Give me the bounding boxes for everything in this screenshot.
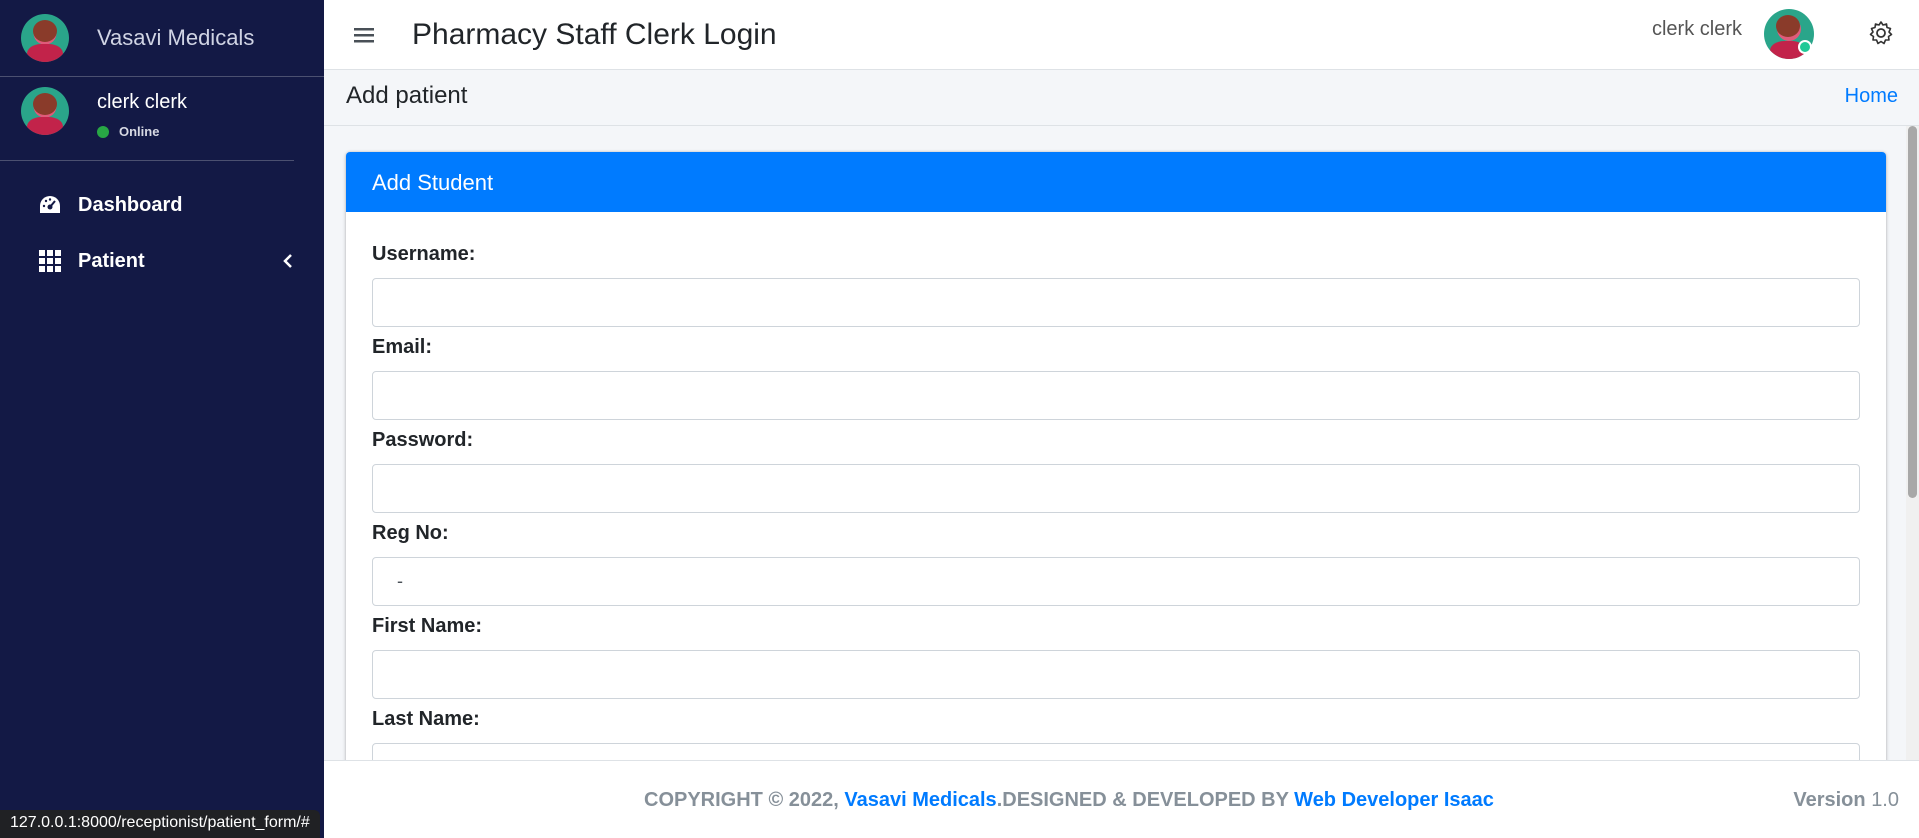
grid-icon — [38, 249, 62, 273]
user-avatar — [21, 87, 69, 135]
sidebar-item-label: Dashboard — [78, 193, 183, 216]
gear-icon[interactable] — [1868, 20, 1894, 46]
version-label: Version — [1793, 789, 1866, 811]
add-student-card: Add Student Username: Email: Password: R… — [346, 152, 1886, 772]
card-title: Add Student — [346, 152, 1886, 212]
brand-link[interactable]: Vasavi Medicals — [0, 0, 324, 77]
sidebar-item-label: Patient — [78, 249, 145, 272]
top-navbar: Pharmacy Staff Clerk Login clerk clerk — [324, 0, 1919, 70]
version-number: 1.0 — [1871, 789, 1899, 811]
password-input[interactable] — [372, 464, 1860, 513]
reg-no-label: Reg No: — [372, 522, 449, 544]
last-name-label: Last Name: — [372, 708, 480, 730]
brand-footer-link[interactable]: Vasavi Medicals — [844, 789, 996, 811]
first-name-label: First Name: — [372, 615, 483, 637]
content-scrollbar[interactable] — [1906, 126, 1919, 760]
patient-form: Username: Email: Password: Reg No: First… — [346, 212, 1886, 772]
sidebar: Vasavi Medicals clerk clerk Online Dashb… — [0, 0, 324, 838]
user-status: Online — [97, 124, 187, 139]
online-indicator-icon — [1798, 40, 1812, 54]
scrollbar-thumb[interactable] — [1908, 126, 1917, 498]
footer: COPYRIGHT © 2022, Vasavi Medicals.DESIGN… — [324, 760, 1919, 838]
password-label: Password: — [372, 429, 474, 451]
app-title: Pharmacy Staff Clerk Login — [412, 17, 777, 51]
hamburger-menu-icon[interactable] — [354, 19, 382, 51]
top-user-name[interactable]: clerk clerk — [1652, 18, 1742, 41]
brand-logo — [21, 14, 69, 62]
user-status-label: Online — [119, 124, 160, 139]
online-dot-icon — [97, 125, 109, 138]
sidebar-item-patient[interactable]: Patient — [0, 233, 324, 289]
sidebar-nav: Dashboard Patient — [0, 177, 324, 289]
breadcrumb-home-link[interactable]: Home — [1845, 85, 1898, 108]
reg-no-input[interactable] — [372, 557, 1860, 606]
chevron-left-icon[interactable] — [282, 249, 294, 275]
brand-name: Vasavi Medicals — [97, 25, 255, 50]
user-panel: clerk clerk Online — [0, 77, 294, 161]
email-input[interactable] — [372, 371, 1860, 420]
content-header: Add patient Home — [324, 70, 1919, 126]
developer-link[interactable]: Web Developer Isaac — [1294, 789, 1494, 811]
footer-copyright: COPYRIGHT © 2022, Vasavi Medicals.DESIGN… — [644, 789, 1494, 812]
link-status-url: 127.0.0.1:8000/receptionist/patient_form… — [0, 810, 320, 838]
page-title: Add patient — [346, 82, 468, 109]
copyright-text: COPYRIGHT © 2022, — [644, 789, 845, 811]
gauge-icon — [38, 193, 62, 217]
username-input[interactable] — [372, 278, 1860, 327]
version-info: Version 1.0 — [1793, 789, 1899, 812]
username-label: Username: — [372, 243, 476, 265]
sidebar-user-name[interactable]: clerk clerk — [97, 91, 187, 114]
sidebar-item-dashboard[interactable]: Dashboard — [0, 177, 324, 233]
email-label: Email: — [372, 336, 433, 358]
first-name-input[interactable] — [372, 650, 1860, 699]
designed-by-text: .DESIGNED & DEVELOPED BY — [996, 789, 1295, 811]
